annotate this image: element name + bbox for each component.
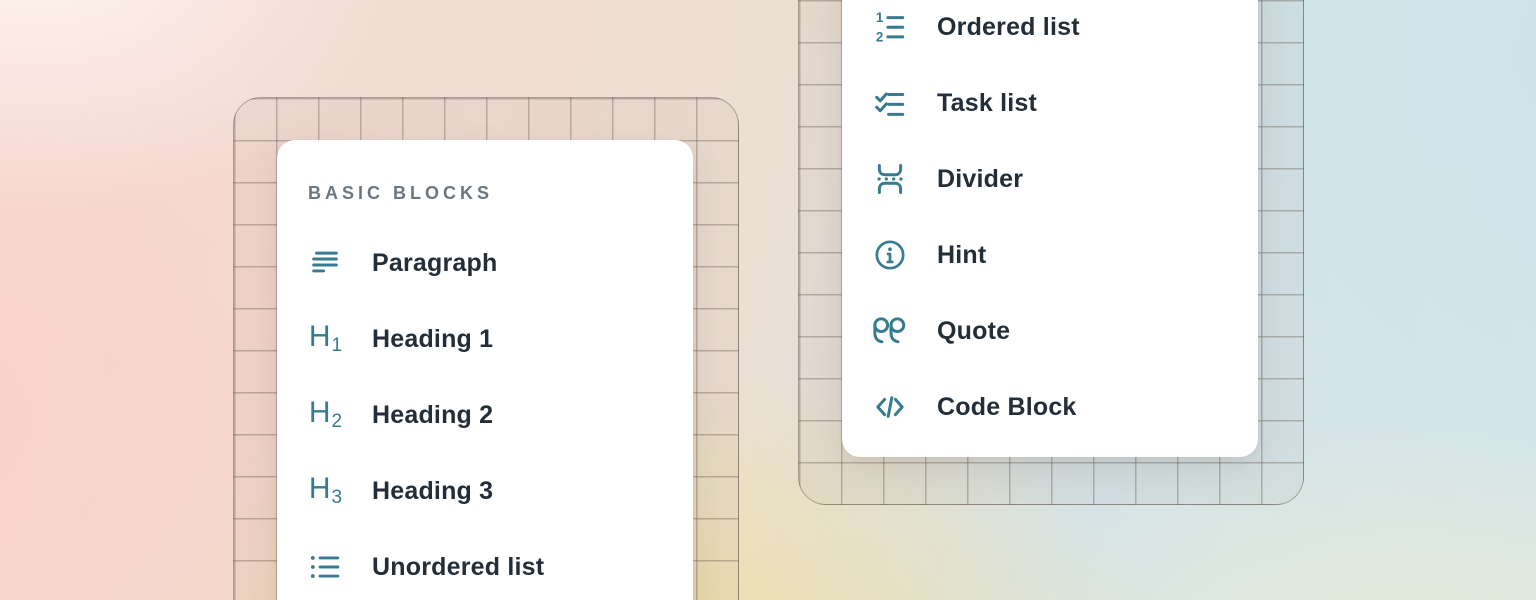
menu-item-label: Hint	[937, 241, 986, 270]
menu-items-left: Paragraph H1 Heading 1 H2 Heading 2 H3 H…	[277, 225, 693, 600]
hero-illustration: BASIC BLOCKS Paragraph H1 Heading 1 H2 H…	[0, 0, 1536, 600]
heading-1-icon: H1	[308, 322, 342, 356]
menu-item-heading-2[interactable]: H2 Heading 2	[277, 377, 693, 453]
unordered-list-icon	[308, 550, 342, 584]
hint-icon	[873, 238, 907, 272]
ordered-list-icon: 12	[873, 10, 907, 44]
paragraph-icon	[308, 246, 342, 280]
menu-item-hint[interactable]: Hint	[842, 217, 1258, 293]
menu-item-heading-3[interactable]: H3 Heading 3	[277, 453, 693, 529]
menu-item-label: Heading 2	[372, 401, 493, 430]
menu-item-task-list[interactable]: Task list	[842, 65, 1258, 141]
task-list-icon	[873, 86, 907, 120]
menu-item-label: Heading 3	[372, 477, 493, 506]
menu-item-code-block[interactable]: Code Block	[842, 369, 1258, 445]
quote-icon	[873, 314, 907, 348]
heading-3-icon: H3	[308, 474, 342, 508]
menu-item-label: Task list	[937, 89, 1037, 118]
menu-item-label: Unordered list	[372, 553, 544, 582]
menu-item-heading-1[interactable]: H1 Heading 1	[277, 301, 693, 377]
menu-item-label: Paragraph	[372, 249, 497, 278]
menu-item-label: Quote	[937, 317, 1010, 346]
menu-item-label: Ordered list	[937, 13, 1080, 42]
menu-section-header: BASIC BLOCKS	[308, 183, 693, 203]
basic-blocks-menu: BASIC BLOCKS Paragraph H1 Heading 1 H2 H…	[277, 140, 693, 600]
menu-item-label: Heading 1	[372, 325, 493, 354]
svg-text:1: 1	[876, 10, 884, 25]
menu-item-unordered-list[interactable]: Unordered list	[277, 529, 693, 600]
menu-item-paragraph[interactable]: Paragraph	[277, 225, 693, 301]
advanced-blocks-menu: 12 Ordered list Task list Divider Hint Q…	[842, 0, 1258, 457]
menu-item-label: Code Block	[937, 393, 1077, 422]
menu-item-divider[interactable]: Divider	[842, 141, 1258, 217]
divider-icon	[873, 162, 907, 196]
menu-item-ordered-list[interactable]: 12 Ordered list	[842, 0, 1258, 65]
svg-text:2: 2	[876, 30, 883, 44]
heading-2-icon: H2	[308, 398, 342, 432]
menu-item-label: Divider	[937, 165, 1023, 194]
menu-item-quote[interactable]: Quote	[842, 293, 1258, 369]
code-block-icon	[873, 390, 907, 424]
menu-items-right: 12 Ordered list Task list Divider Hint Q…	[842, 0, 1258, 445]
